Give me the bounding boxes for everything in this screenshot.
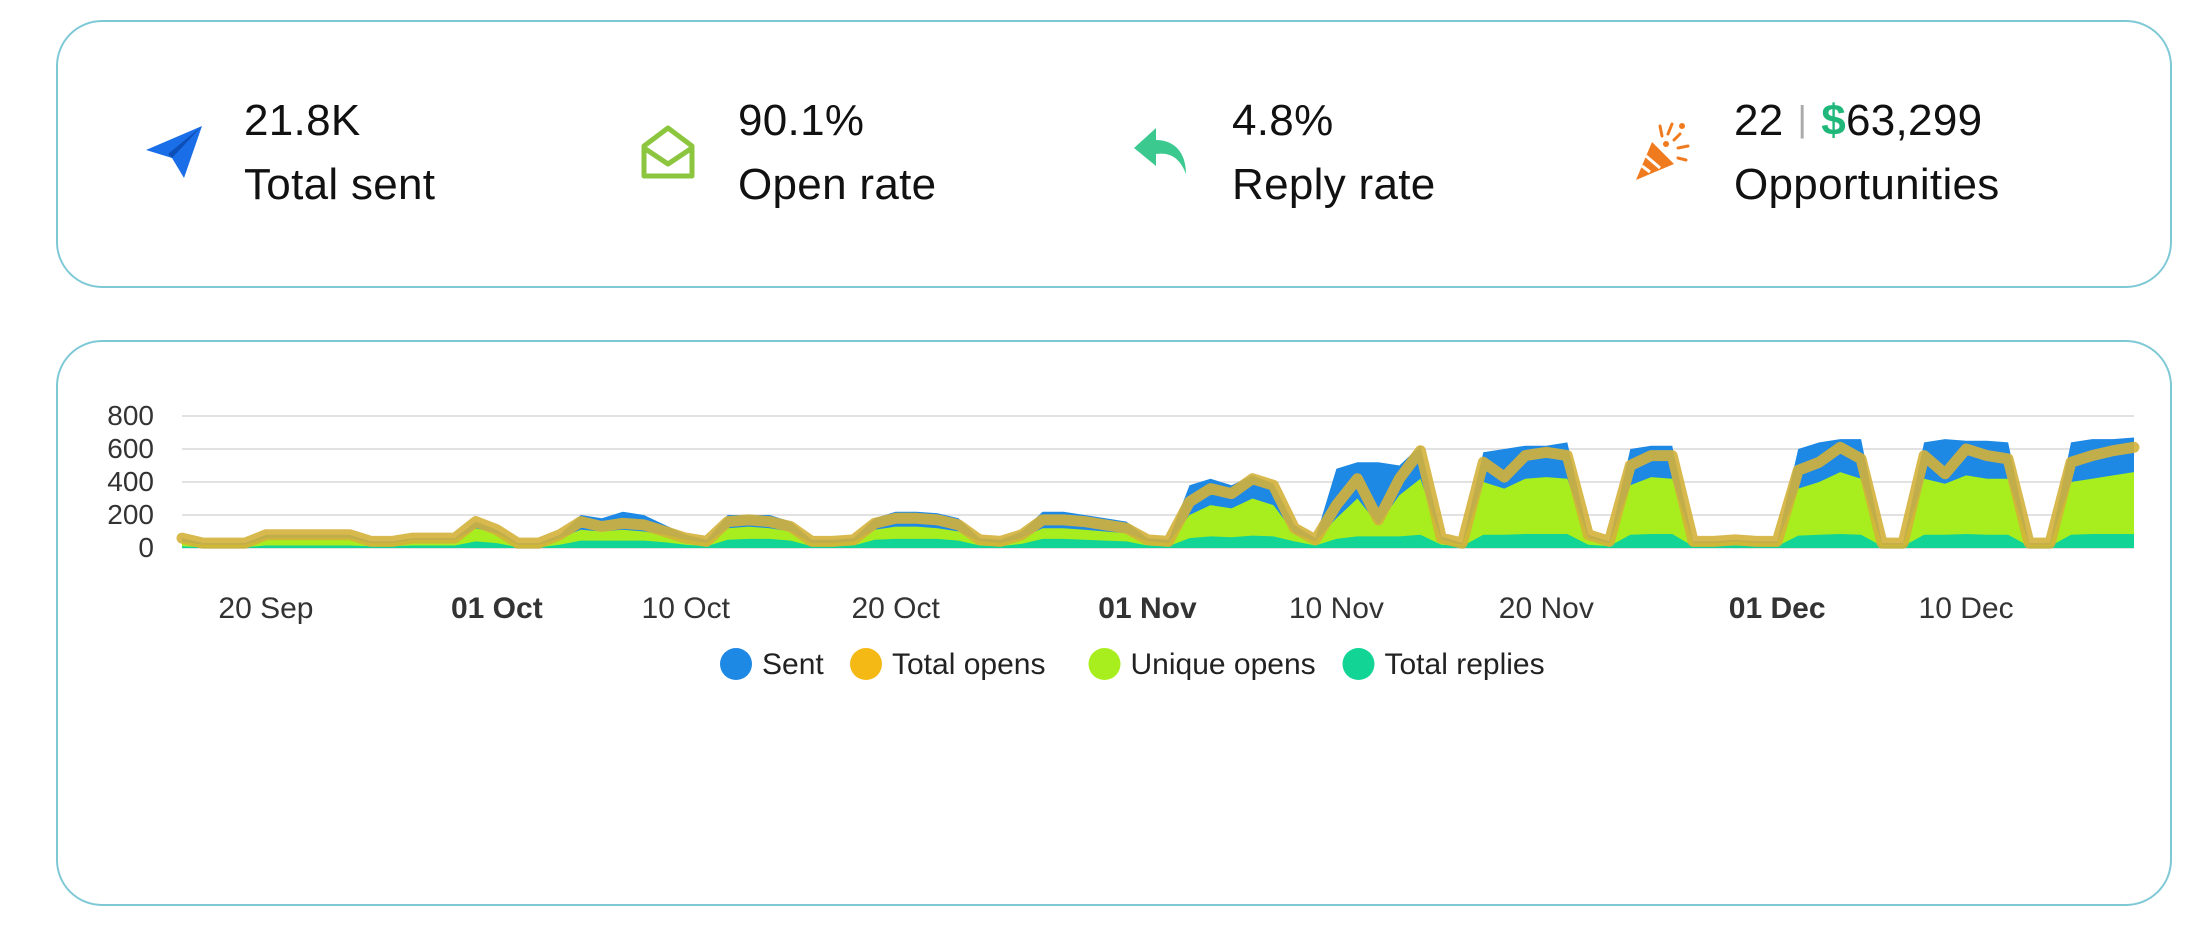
stat-value: 90.1% bbox=[738, 96, 865, 145]
stat-label: Reply rate bbox=[1232, 160, 1436, 209]
party-popper-icon bbox=[1632, 120, 1696, 184]
legend-item[interactable]: Total opens bbox=[850, 648, 1045, 681]
legend-label: Total opens bbox=[892, 648, 1045, 681]
stat-label: Opportunities bbox=[1734, 160, 2000, 209]
activity-chart[interactable]: 8006004002000 20 Sep 01 Oct 10 Oct 20 Oct 01… bbox=[58, 342, 2170, 904]
divider: | bbox=[1797, 98, 1808, 139]
x-tick-label: 10 Nov bbox=[1289, 592, 1384, 625]
x-tick-label: 01 Dec bbox=[1729, 592, 1826, 625]
legend-label: Total replies bbox=[1385, 648, 1545, 681]
paper-plane-icon bbox=[142, 120, 206, 184]
legend-item[interactable]: Unique opens bbox=[1088, 648, 1316, 681]
stat-label: Total sent bbox=[244, 160, 436, 209]
y-tick-label: 0 bbox=[138, 532, 154, 563]
chart-legend: Sent Total opens Unique opens Total replies bbox=[720, 648, 1545, 681]
x-tick-label: 01 Nov bbox=[1098, 592, 1197, 625]
legend-label: Unique opens bbox=[1131, 648, 1316, 681]
stat-label: Open rate bbox=[738, 160, 937, 209]
opportunities-amount: 63,299 bbox=[1845, 96, 1983, 145]
legend-item[interactable]: Total replies bbox=[1342, 648, 1545, 681]
stat-value: 21.8K bbox=[244, 96, 361, 145]
y-axis: 8006004002000 bbox=[107, 400, 154, 563]
legend-swatch bbox=[720, 648, 752, 680]
x-tick-label: 01 Oct bbox=[451, 592, 543, 625]
legend-label: Sent bbox=[762, 648, 824, 681]
x-tick-label: 10 Oct bbox=[642, 592, 731, 625]
y-tick-label: 800 bbox=[107, 400, 154, 431]
chart-card: 800 600 400 200 0 20 Sep 01 Oct 10 Oct 20 Oct 01… bbox=[56, 340, 2172, 906]
stat-value: 4.8% bbox=[1232, 96, 1334, 145]
x-axis: 20 Sep 01 Oct 10 Oct 20 Oct 01 Nov 10 Nov 20 N… bbox=[218, 592, 2013, 625]
x-tick-label: 10 Dec bbox=[1919, 592, 2014, 625]
legend-item[interactable]: Sent bbox=[720, 648, 824, 681]
open-envelope-icon bbox=[636, 120, 700, 184]
stats-card: 21.8K Total sent 90.1% Open rate 4.8% Re… bbox=[56, 20, 2172, 288]
opportunities-count: 22 bbox=[1734, 96, 1784, 145]
y-tick-label: 400 bbox=[107, 466, 154, 497]
x-tick-label: 20 Sep bbox=[218, 592, 313, 625]
legend-swatch bbox=[1342, 648, 1375, 680]
reply-arrow-icon bbox=[1130, 120, 1194, 184]
legend-swatch bbox=[1088, 648, 1121, 680]
y-tick-label: 200 bbox=[107, 499, 154, 530]
legend-swatch bbox=[850, 648, 882, 680]
x-tick-label: 20 Oct bbox=[851, 592, 940, 625]
x-tick-label: 20 Nov bbox=[1499, 592, 1594, 625]
stat-value: 22 | $63,299 bbox=[1734, 96, 1982, 146]
currency-sign: $ bbox=[1821, 96, 1846, 145]
y-tick-label: 600 bbox=[107, 433, 154, 464]
